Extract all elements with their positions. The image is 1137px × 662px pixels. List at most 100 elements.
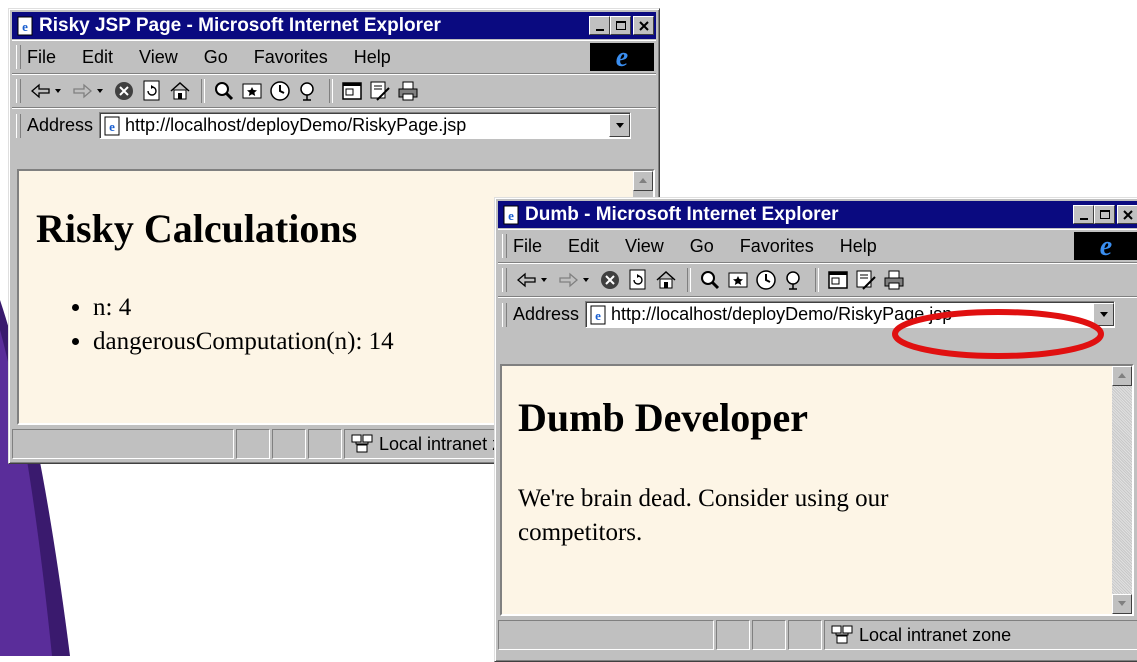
- toolbar-separator: [201, 79, 205, 103]
- page-heading: Risky Calculations: [36, 206, 358, 251]
- vertical-scrollbar[interactable]: [1112, 366, 1132, 614]
- mail-button[interactable]: [367, 78, 393, 104]
- title-bar[interactable]: e Risky JSP Page - Microsoft Internet Ex…: [12, 12, 656, 39]
- title-bar[interactable]: e Dumb - Microsoft Internet Explorer: [498, 201, 1137, 228]
- back-button[interactable]: [513, 267, 553, 293]
- menu-go[interactable]: Go: [204, 47, 228, 68]
- forward-icon: [73, 83, 103, 99]
- channels-button[interactable]: [781, 267, 807, 293]
- print-button[interactable]: [881, 267, 907, 293]
- svg-text:e: e: [616, 44, 628, 70]
- ie-page-icon: e: [590, 305, 606, 324]
- menu-file[interactable]: File: [513, 236, 542, 257]
- mail-button[interactable]: [853, 267, 879, 293]
- scroll-up-button[interactable]: [1112, 366, 1132, 386]
- maximize-button[interactable]: [610, 16, 631, 35]
- home-icon: [656, 270, 676, 289]
- status-cell: [752, 620, 786, 650]
- home-button[interactable]: [653, 267, 679, 293]
- menu-edit[interactable]: Edit: [82, 47, 113, 68]
- forward-button[interactable]: [555, 267, 595, 293]
- minimize-button[interactable]: [589, 16, 610, 35]
- maximize-icon: [615, 20, 626, 30]
- stop-button[interactable]: [597, 267, 623, 293]
- address-field[interactable]: e http://localhost/deployDemo/RiskyPage.…: [99, 112, 632, 139]
- status-main: [498, 620, 714, 650]
- history-button[interactable]: [267, 78, 293, 104]
- close-button[interactable]: [633, 16, 654, 35]
- refresh-button[interactable]: [139, 78, 165, 104]
- svg-text:e: e: [508, 208, 514, 223]
- svg-text:e: e: [595, 308, 601, 323]
- chevron-up-icon: [639, 178, 647, 183]
- channels-button[interactable]: [295, 78, 321, 104]
- menu-help[interactable]: Help: [354, 47, 391, 68]
- page-paragraph: We're brain dead. Consider using our com…: [518, 485, 889, 546]
- minimize-button[interactable]: [1073, 205, 1094, 224]
- search-button[interactable]: [697, 267, 723, 293]
- print-button[interactable]: [395, 78, 421, 104]
- ie-page-icon: e: [104, 116, 120, 135]
- status-bar: Local intranet zone: [498, 618, 1137, 652]
- status-cell: [308, 429, 342, 459]
- address-url[interactable]: http://localhost/deployDemo/RiskyPage.js…: [121, 115, 609, 136]
- menu-go[interactable]: Go: [690, 236, 714, 257]
- status-zone-label: Local intranet zone: [859, 624, 1012, 645]
- menu-bar: File Edit View Go Favorites Help e: [498, 229, 1137, 263]
- back-button[interactable]: [27, 78, 67, 104]
- scroll-down-button[interactable]: [1112, 594, 1132, 614]
- menu-bar: File Edit View Go Favorites Help e: [12, 40, 656, 74]
- maximize-button[interactable]: [1094, 205, 1115, 224]
- fullscreen-button[interactable]: [339, 78, 365, 104]
- page-heading: Dumb Developer: [518, 395, 808, 440]
- minimize-icon: [1079, 217, 1088, 220]
- ie-logo: e: [590, 43, 654, 71]
- history-icon: [756, 270, 776, 290]
- address-url[interactable]: http://localhost/deployDemo/RiskyPage.js…: [607, 304, 1093, 325]
- list-item: n: 4: [93, 291, 394, 325]
- toolbar-separator: [687, 268, 691, 292]
- close-button[interactable]: [1117, 205, 1137, 224]
- minimize-icon: [595, 28, 604, 31]
- menu-edit[interactable]: Edit: [568, 236, 599, 257]
- address-dropdown-button[interactable]: [1093, 303, 1115, 326]
- mail-icon: [856, 270, 876, 290]
- local-intranet-icon: [351, 434, 373, 453]
- menu-file[interactable]: File: [27, 47, 56, 68]
- address-grip: [16, 113, 21, 138]
- close-icon: [638, 20, 649, 31]
- favorites-button[interactable]: [239, 78, 265, 104]
- channels-icon: [300, 82, 314, 101]
- toolbar: [12, 74, 656, 108]
- ie-page-icon: e: [503, 205, 519, 224]
- address-bar: Address e http://localhost/deployDemo/Ri…: [498, 297, 1137, 331]
- menu-favorites[interactable]: Favorites: [254, 47, 328, 68]
- status-zone: Local intranet zone: [824, 620, 1137, 650]
- menu-favorites[interactable]: Favorites: [740, 236, 814, 257]
- stop-icon: [115, 82, 133, 100]
- menu-view[interactable]: View: [139, 47, 178, 68]
- print-icon: [398, 81, 418, 101]
- chevron-down-icon: [1099, 311, 1108, 317]
- menu-view[interactable]: View: [625, 236, 664, 257]
- search-button[interactable]: [211, 78, 237, 104]
- favorites-button[interactable]: [725, 267, 751, 293]
- menu-help[interactable]: Help: [840, 236, 877, 257]
- chevron-up-icon: [1118, 373, 1126, 378]
- home-button[interactable]: [167, 78, 193, 104]
- refresh-button[interactable]: [625, 267, 651, 293]
- back-icon: [31, 83, 61, 99]
- fullscreen-icon: [342, 82, 362, 100]
- forward-button[interactable]: [69, 78, 109, 104]
- history-button[interactable]: [753, 267, 779, 293]
- toolbar-grip: [502, 268, 507, 292]
- scroll-up-button[interactable]: [633, 171, 653, 191]
- address-field[interactable]: e http://localhost/deployDemo/RiskyPage.…: [585, 301, 1116, 328]
- status-cell: [272, 429, 306, 459]
- fullscreen-icon: [828, 271, 848, 289]
- fullscreen-button[interactable]: [825, 267, 851, 293]
- address-dropdown-button[interactable]: [609, 114, 631, 137]
- stop-button[interactable]: [111, 78, 137, 104]
- toolbar-separator: [329, 79, 333, 103]
- close-icon: [1122, 209, 1133, 220]
